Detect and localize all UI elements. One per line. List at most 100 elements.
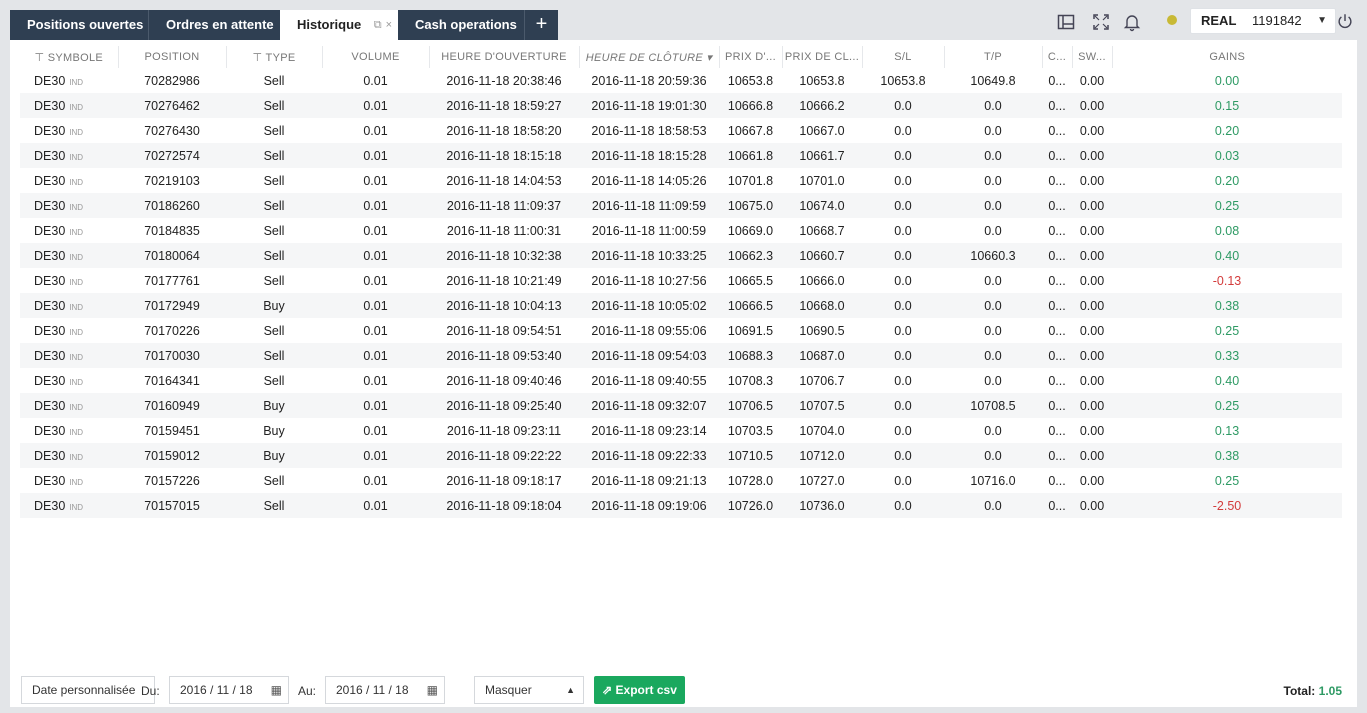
table-row[interactable]: DE30 IND 70177761 Sell 0.01 2016-11-18 10:21:… — [20, 268, 1342, 293]
table-row[interactable]: DE30 IND 70157015 Sell 0.01 2016-11-18 09:18:… — [20, 493, 1342, 518]
symbol-tag: IND — [69, 452, 84, 462]
cell-5: 2016-11-18 09:19:06 — [579, 493, 719, 518]
symbol-tag: IND — [69, 177, 84, 187]
symbol-tag: IND — [69, 502, 84, 512]
filter-icon[interactable]: ⊤ — [253, 52, 266, 64]
cell-2: Sell — [226, 193, 322, 218]
cell-10: 0... — [1048, 323, 1066, 338]
cell-5: 2016-11-18 09:23:14 — [591, 423, 707, 438]
cell-5: 2016-11-18 09:55:06 — [591, 323, 707, 338]
cell-symbol: DE30 IND — [20, 218, 118, 243]
col-heure-ouverture[interactable]: HEURE D'OUVERTURE — [429, 46, 580, 68]
fullscreen-icon[interactable] — [1091, 12, 1111, 32]
symbol-tag: IND — [69, 327, 84, 337]
cell-6: 10669.0 — [727, 223, 774, 238]
cell-6: 10666.8 — [719, 93, 782, 118]
filter-icon[interactable]: ⊤ — [34, 52, 47, 64]
cell-7: 10736.0 — [782, 493, 862, 518]
tab-historique-label: Historique — [297, 17, 362, 32]
cell-12: -2.50 — [1112, 493, 1342, 518]
cell-12: 0.25 — [1112, 193, 1342, 218]
cell-12: 0.40 — [1214, 373, 1240, 388]
cell-8: 0.0 — [862, 393, 944, 418]
bell-icon[interactable] — [1122, 12, 1142, 32]
table-row[interactable]: DE30 IND 70282986 Sell 0.01 2016-11-18 20:38:… — [20, 68, 1342, 93]
cell-9: 0.0 — [944, 443, 1042, 468]
table-row[interactable]: DE30 IND 70170226 Sell 0.01 2016-11-18 09:54:… — [20, 318, 1342, 343]
symbol-name: DE30 — [34, 448, 66, 463]
table-row[interactable]: DE30 IND 70157226 Sell 0.01 2016-11-18 09:18:… — [20, 468, 1342, 493]
cell-4: 2016-11-18 10:04:13 — [429, 293, 579, 318]
to-date-input[interactable]: 2016 / 11 / 18 ▦ — [325, 676, 445, 704]
table-row[interactable]: DE30 IND 70219103 Sell 0.01 2016-11-18 14:04:… — [20, 168, 1342, 193]
calendar-icon[interactable]: ▦ — [427, 677, 438, 703]
col-heure-cloture[interactable]: HEURE DE CLÔTURE ▾ — [579, 46, 720, 68]
cell-7: 10668.7 — [799, 223, 845, 238]
cell-3: 0.01 — [322, 343, 429, 368]
table-row[interactable]: DE30 IND 70159451 Buy 0.01 2016-11-18 09:23:1… — [20, 418, 1342, 443]
cell-2: Sell — [226, 493, 322, 518]
cell-6: 10726.0 — [719, 493, 782, 518]
add-tab-button[interactable]: + — [524, 10, 558, 40]
table-row[interactable]: DE30 IND 70160949 Buy 0.01 2016-11-18 09:25:4… — [20, 393, 1342, 418]
cell-6: 10653.8 — [727, 73, 774, 88]
cell-10: 0... — [1042, 393, 1072, 418]
table-row[interactable]: DE30 IND 70164341 Sell 0.01 2016-11-18 09:40:… — [20, 368, 1342, 393]
history-panel: REAL 1191842 ▼ ⊤ SYMBOLE POSITION ⊤ TYPE… — [10, 8, 1357, 707]
cell-5: 2016-11-18 20:59:36 — [591, 73, 707, 88]
table-row[interactable]: DE30 IND 70180064 Sell 0.01 2016-11-18 10:32:… — [20, 243, 1342, 268]
calendar-icon[interactable]: ▦ — [271, 677, 282, 703]
col-sl[interactable]: S/L — [862, 46, 945, 68]
table-row[interactable]: DE30 IND 70159012 Buy 0.01 2016-11-18 09:22:2… — [20, 443, 1342, 468]
col-commission[interactable]: C... — [1042, 46, 1073, 68]
col-gains[interactable]: GAINS — [1112, 46, 1342, 68]
table-row[interactable]: DE30 IND 70276430 Sell 0.01 2016-11-18 18:58:… — [20, 118, 1342, 143]
mask-select[interactable]: Masquer ▲ — [474, 676, 584, 704]
tab-positions-ouvertes[interactable]: Positions ouvertes — [10, 10, 148, 40]
cell-10: 0... — [1042, 343, 1072, 368]
cell-10: 0... — [1042, 243, 1072, 268]
cell-11: 0.00 — [1079, 173, 1105, 188]
table-row[interactable]: DE30 IND 70272574 Sell 0.01 2016-11-18 18:15:… — [20, 143, 1342, 168]
popout-icon[interactable]: ⧉ — [374, 19, 382, 31]
status-dot — [1167, 15, 1177, 25]
close-icon[interactable]: × — [386, 19, 392, 31]
symbol-name: DE30 — [34, 423, 66, 438]
table-row[interactable]: DE30 IND 70172949 Buy 0.01 2016-11-18 10:04:1… — [20, 293, 1342, 318]
cell-1: 70172949 — [118, 293, 226, 318]
history-table: ⊤ SYMBOLE POSITION ⊤ TYPE VOLUME HEURE D… — [20, 46, 1342, 518]
col-position[interactable]: POSITION — [118, 46, 227, 68]
period-select[interactable]: Date personnalisée — [21, 676, 155, 704]
col-volume[interactable]: VOLUME — [322, 46, 430, 68]
cell-12: 0.00 — [1214, 73, 1240, 88]
cell-symbol: DE30 IND — [20, 118, 118, 143]
cell-2: Sell — [263, 273, 285, 288]
cell-4: 2016-11-18 11:09:37 — [429, 193, 579, 218]
col-tp[interactable]: T/P — [944, 46, 1043, 68]
layout-icon[interactable] — [1056, 12, 1076, 32]
cell-5: 2016-11-18 09:32:07 — [579, 393, 719, 418]
account-select[interactable]: REAL 1191842 ▼ — [1190, 8, 1336, 34]
power-icon[interactable] — [1336, 12, 1354, 30]
tab-ordres-en-attente[interactable]: Ordres en attente — [148, 10, 280, 40]
cell-10: 0... — [1048, 373, 1066, 388]
table-row[interactable]: DE30 IND 70170030 Sell 0.01 2016-11-18 09:53:… — [20, 343, 1342, 368]
tab-historique[interactable]: Historique ⧉ × — [280, 10, 398, 40]
col-swap[interactable]: SW... — [1072, 46, 1113, 68]
table-row[interactable]: DE30 IND 70186260 Sell 0.01 2016-11-18 11:09:… — [20, 193, 1342, 218]
cell-2: Sell — [226, 343, 322, 368]
cell-symbol: DE30 IND — [20, 68, 118, 93]
cell-1: 70170030 — [118, 343, 226, 368]
from-date-input[interactable]: 2016 / 11 / 18 ▦ — [169, 676, 289, 704]
col-type[interactable]: ⊤ TYPE — [226, 46, 323, 68]
col-symbole[interactable]: ⊤ SYMBOLE — [20, 46, 119, 68]
col-prix-ouverture[interactable]: PRIX D'... — [719, 46, 783, 68]
cell-3: 0.01 — [322, 143, 429, 168]
table-row[interactable]: DE30 IND 70184835 Sell 0.01 2016-11-18 11:00:… — [20, 218, 1342, 243]
cell-7: 10712.0 — [782, 443, 862, 468]
cell-symbol: DE30 IND — [20, 243, 118, 268]
tab-cash-operations[interactable]: Cash operations — [398, 10, 524, 40]
col-prix-cloture[interactable]: PRIX DE CL... — [782, 46, 863, 68]
export-csv-button[interactable]: ⇗ Export csv — [594, 676, 685, 704]
table-row[interactable]: DE30 IND 70276462 Sell 0.01 2016-11-18 18:59:… — [20, 93, 1342, 118]
